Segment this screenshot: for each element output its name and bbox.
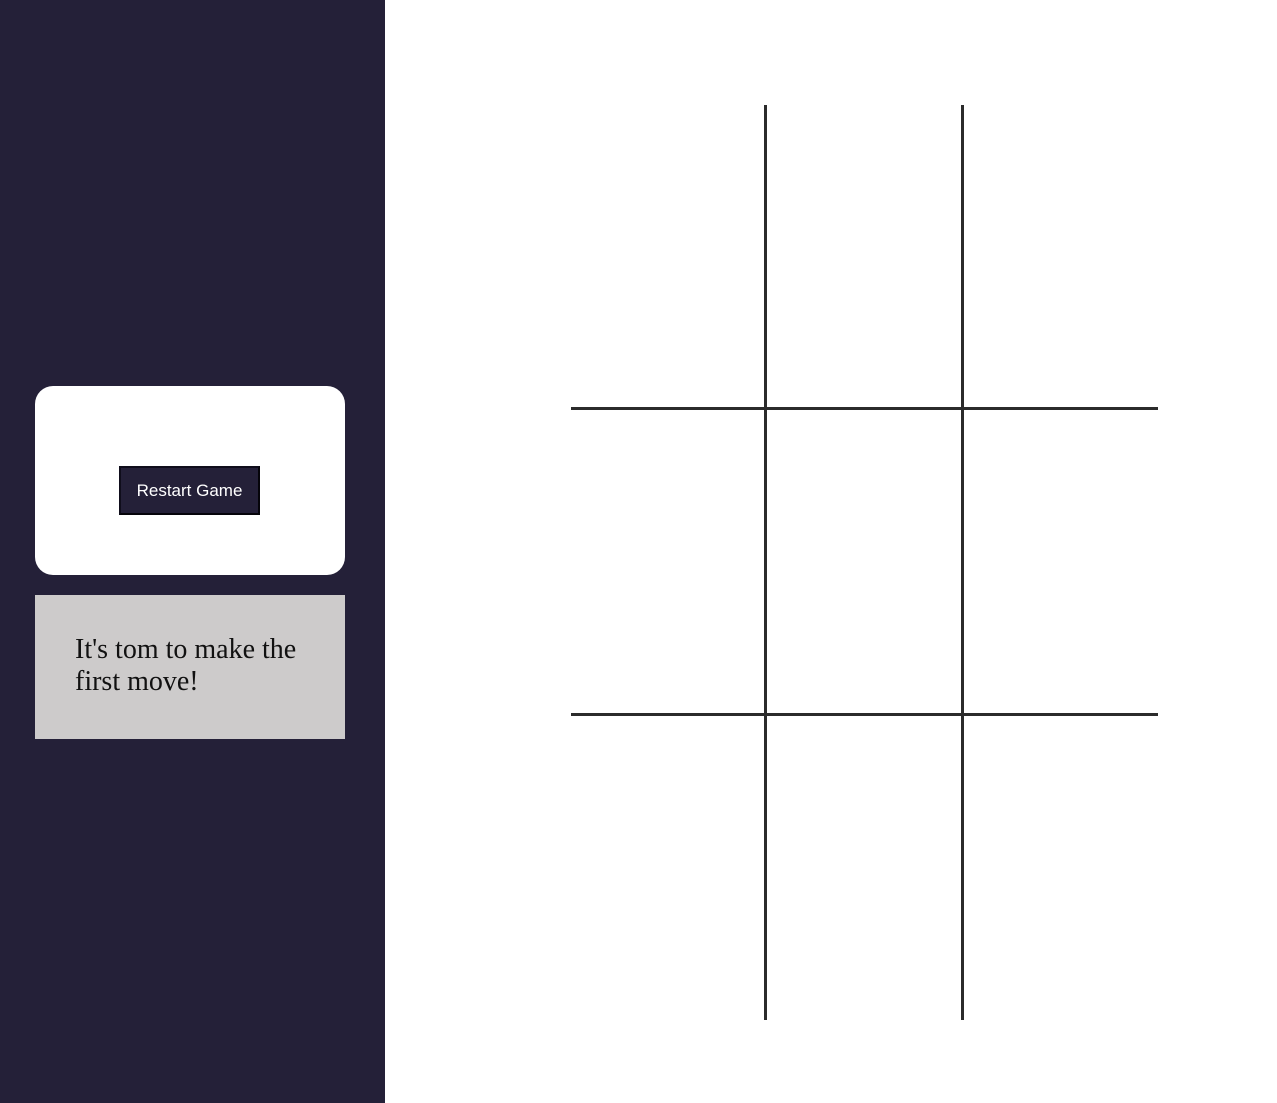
board-cell-7[interactable] <box>571 716 764 1020</box>
grid-line-horizontal-bottom <box>571 713 1158 716</box>
game-board <box>571 105 1158 1020</box>
board-cell-5[interactable] <box>767 410 961 713</box>
board-cell-9[interactable] <box>964 716 1158 1020</box>
board-cell-6[interactable] <box>964 410 1158 713</box>
cell-mark <box>767 716 961 1020</box>
sidebar: Restart Game It's tom to make the first … <box>0 0 385 1103</box>
cell-mark <box>767 105 961 407</box>
status-message-box: It's tom to make the first move! <box>35 595 345 739</box>
cell-mark <box>571 410 764 713</box>
cell-mark <box>571 716 764 1020</box>
board-cell-3[interactable] <box>964 105 1158 407</box>
cell-mark <box>964 410 1158 713</box>
status-message: It's tom to make the first move! <box>75 634 297 697</box>
cell-mark <box>571 105 764 407</box>
board-cell-4[interactable] <box>571 410 764 713</box>
board-cell-2[interactable] <box>767 105 961 407</box>
cell-mark <box>964 716 1158 1020</box>
board-cell-1[interactable] <box>571 105 764 407</box>
cell-mark <box>767 410 961 713</box>
grid-line-vertical-right <box>961 105 964 1020</box>
grid-line-vertical-left <box>764 105 767 1020</box>
cell-mark <box>964 105 1158 407</box>
board-cell-8[interactable] <box>767 716 961 1020</box>
grid-line-horizontal-top <box>571 407 1158 410</box>
restart-game-button[interactable]: Restart Game <box>119 466 260 515</box>
controls-card: Restart Game <box>35 386 345 575</box>
